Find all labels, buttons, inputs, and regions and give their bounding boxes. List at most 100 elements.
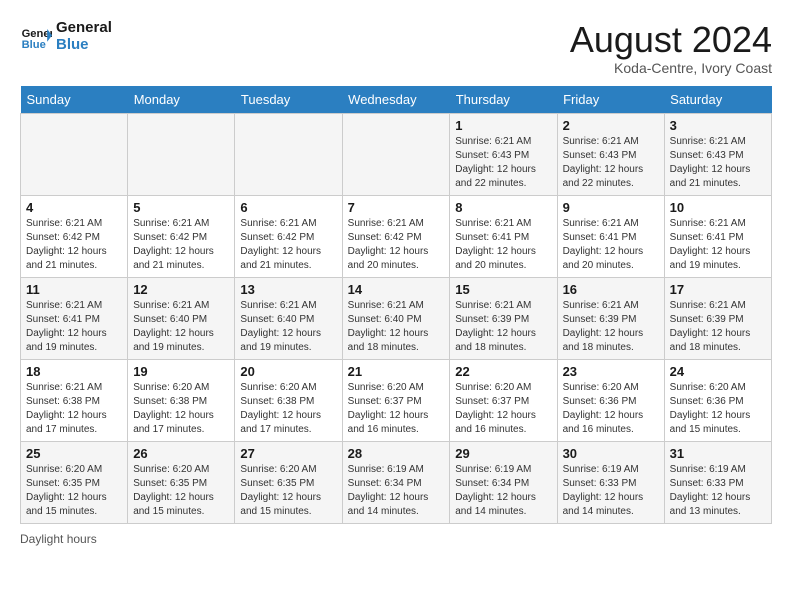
calendar-cell: 9 Sunrise: 6:21 AM Sunset: 6:41 PM Daylig… bbox=[557, 195, 664, 277]
day-number: 13 bbox=[240, 282, 336, 297]
day-header-friday: Friday bbox=[557, 86, 664, 114]
day-number: 28 bbox=[348, 446, 445, 461]
calendar-cell: 20 Sunrise: 6:20 AM Sunset: 6:38 PM Dayli… bbox=[235, 359, 342, 441]
day-number: 16 bbox=[563, 282, 659, 297]
calendar-cell: 30 Sunrise: 6:19 AM Sunset: 6:33 PM Dayli… bbox=[557, 441, 664, 523]
calendar-cell: 5 Sunrise: 6:21 AM Sunset: 6:42 PM Daylig… bbox=[128, 195, 235, 277]
calendar-cell: 15Sunrise: 6:21 AM Sunset: 6:39 PM Dayli… bbox=[450, 277, 557, 359]
calendar-cell: 18Sunrise: 6:21 AM Sunset: 6:38 PM Dayli… bbox=[21, 359, 128, 441]
calendar-cell: 11 Sunrise: 6:21 AM Sunset: 6:41 PM Dayli… bbox=[21, 277, 128, 359]
calendar-cell bbox=[235, 113, 342, 195]
page-header: General Blue General Blue August 2024 Ko… bbox=[20, 20, 772, 76]
day-info: Sunrise: 6:21 AM Sunset: 6:41 PM Dayligh… bbox=[563, 217, 659, 273]
calendar-cell: 14 Sunrise: 6:21 AM Sunset: 6:40 PM Dayli… bbox=[342, 277, 450, 359]
day-info: Sunrise: 6:20 AM Sunset: 6:38 PM Dayligh… bbox=[133, 381, 229, 437]
day-info: Sunrise: 6:20 AM Sunset: 6:35 PM Dayligh… bbox=[240, 463, 336, 519]
day-number: 2 bbox=[563, 118, 659, 133]
calendar-cell: 29Sunrise: 6:19 AM Sunset: 6:34 PM Dayli… bbox=[450, 441, 557, 523]
day-info: Sunrise: 6:21 AM Sunset: 6:41 PM Dayligh… bbox=[455, 217, 551, 273]
logo-icon: General Blue bbox=[20, 21, 52, 53]
day-number: 10 bbox=[670, 200, 766, 215]
svg-text:Blue: Blue bbox=[22, 39, 46, 51]
day-info: Sunrise: 6:21 AM Sunset: 6:43 PM Dayligh… bbox=[670, 135, 766, 191]
day-info: Sunrise: 6:19 AM Sunset: 6:33 PM Dayligh… bbox=[563, 463, 659, 519]
day-info: Sunrise: 6:21 AM Sunset: 6:41 PM Dayligh… bbox=[26, 299, 122, 355]
calendar-cell: 8Sunrise: 6:21 AM Sunset: 6:41 PM Daylig… bbox=[450, 195, 557, 277]
day-number: 6 bbox=[240, 200, 336, 215]
calendar-cell: 26 Sunrise: 6:20 AM Sunset: 6:35 PM Dayli… bbox=[128, 441, 235, 523]
day-info: Sunrise: 6:19 AM Sunset: 6:34 PM Dayligh… bbox=[348, 463, 445, 519]
calendar-week-row: 11 Sunrise: 6:21 AM Sunset: 6:41 PM Dayli… bbox=[21, 277, 772, 359]
day-info: Sunrise: 6:20 AM Sunset: 6:38 PM Dayligh… bbox=[240, 381, 336, 437]
day-number: 14 bbox=[348, 282, 445, 297]
day-info: Sunrise: 6:21 AM Sunset: 6:40 PM Dayligh… bbox=[348, 299, 445, 355]
calendar-cell: 31Sunrise: 6:19 AM Sunset: 6:33 PM Dayli… bbox=[664, 441, 771, 523]
day-number: 12 bbox=[133, 282, 229, 297]
calendar-week-row: 25Sunrise: 6:20 AM Sunset: 6:35 PM Dayli… bbox=[21, 441, 772, 523]
calendar-cell: 6Sunrise: 6:21 AM Sunset: 6:42 PM Daylig… bbox=[235, 195, 342, 277]
calendar-cell: 22 Sunrise: 6:20 AM Sunset: 6:37 PM Dayli… bbox=[450, 359, 557, 441]
calendar-cell: 21 Sunrise: 6:20 AM Sunset: 6:37 PM Dayli… bbox=[342, 359, 450, 441]
day-number: 15 bbox=[455, 282, 551, 297]
day-info: Sunrise: 6:21 AM Sunset: 6:38 PM Dayligh… bbox=[26, 381, 122, 437]
calendar-cell: 12 Sunrise: 6:21 AM Sunset: 6:40 PM Dayli… bbox=[128, 277, 235, 359]
logo-general: General bbox=[56, 19, 112, 36]
month-year: August 2024 bbox=[570, 20, 772, 60]
day-number: 9 bbox=[563, 200, 659, 215]
calendar-week-row: 1 Sunrise: 6:21 AM Sunset: 6:43 PM Daylig… bbox=[21, 113, 772, 195]
calendar-week-row: 4Sunrise: 6:21 AM Sunset: 6:42 PM Daylig… bbox=[21, 195, 772, 277]
day-header-monday: Monday bbox=[128, 86, 235, 114]
calendar-cell: 27 Sunrise: 6:20 AM Sunset: 6:35 PM Dayli… bbox=[235, 441, 342, 523]
day-number: 22 bbox=[455, 364, 551, 379]
day-info: Sunrise: 6:21 AM Sunset: 6:39 PM Dayligh… bbox=[670, 299, 766, 355]
day-info: Sunrise: 6:19 AM Sunset: 6:34 PM Dayligh… bbox=[455, 463, 551, 519]
day-info: Sunrise: 6:20 AM Sunset: 6:36 PM Dayligh… bbox=[670, 381, 766, 437]
calendar-cell: 16Sunrise: 6:21 AM Sunset: 6:39 PM Dayli… bbox=[557, 277, 664, 359]
day-number: 17 bbox=[670, 282, 766, 297]
day-info: Sunrise: 6:21 AM Sunset: 6:42 PM Dayligh… bbox=[133, 217, 229, 273]
calendar-cell: 4Sunrise: 6:21 AM Sunset: 6:42 PM Daylig… bbox=[21, 195, 128, 277]
calendar-header-row: SundayMondayTuesdayWednesdayThursdayFrid… bbox=[21, 86, 772, 114]
footer: Daylight hours bbox=[20, 532, 772, 546]
calendar-cell: 3 Sunrise: 6:21 AM Sunset: 6:43 PM Daylig… bbox=[664, 113, 771, 195]
day-number: 24 bbox=[670, 364, 766, 379]
calendar-cell: 10 Sunrise: 6:21 AM Sunset: 6:41 PM Dayli… bbox=[664, 195, 771, 277]
day-number: 3 bbox=[670, 118, 766, 133]
day-number: 19 bbox=[133, 364, 229, 379]
day-info: Sunrise: 6:21 AM Sunset: 6:43 PM Dayligh… bbox=[563, 135, 659, 191]
day-header-thursday: Thursday bbox=[450, 86, 557, 114]
calendar-cell: 1Sunrise: 6:21 AM Sunset: 6:43 PM Daylig… bbox=[450, 113, 557, 195]
day-info: Sunrise: 6:21 AM Sunset: 6:40 PM Dayligh… bbox=[133, 299, 229, 355]
day-number: 20 bbox=[240, 364, 336, 379]
day-info: Sunrise: 6:20 AM Sunset: 6:35 PM Dayligh… bbox=[133, 463, 229, 519]
day-info: Sunrise: 6:20 AM Sunset: 6:36 PM Dayligh… bbox=[563, 381, 659, 437]
calendar-cell: 23Sunrise: 6:20 AM Sunset: 6:36 PM Dayli… bbox=[557, 359, 664, 441]
calendar-cell: 19 Sunrise: 6:20 AM Sunset: 6:38 PM Dayli… bbox=[128, 359, 235, 441]
calendar-cell: 13Sunrise: 6:21 AM Sunset: 6:40 PM Dayli… bbox=[235, 277, 342, 359]
logo-blue: Blue bbox=[56, 36, 89, 53]
day-number: 26 bbox=[133, 446, 229, 461]
calendar-cell: 7Sunrise: 6:21 AM Sunset: 6:42 PM Daylig… bbox=[342, 195, 450, 277]
day-info: Sunrise: 6:20 AM Sunset: 6:37 PM Dayligh… bbox=[348, 381, 445, 437]
day-info: Sunrise: 6:20 AM Sunset: 6:37 PM Dayligh… bbox=[455, 381, 551, 437]
location: Koda-Centre, Ivory Coast bbox=[570, 60, 772, 76]
calendar-cell bbox=[21, 113, 128, 195]
logo: General Blue General Blue bbox=[20, 20, 112, 53]
day-number: 1 bbox=[455, 118, 551, 133]
day-number: 5 bbox=[133, 200, 229, 215]
calendar-cell bbox=[128, 113, 235, 195]
day-header-sunday: Sunday bbox=[21, 86, 128, 114]
calendar-cell: 17 Sunrise: 6:21 AM Sunset: 6:39 PM Dayli… bbox=[664, 277, 771, 359]
calendar-cell: 28 Sunrise: 6:19 AM Sunset: 6:34 PM Dayli… bbox=[342, 441, 450, 523]
day-header-tuesday: Tuesday bbox=[235, 86, 342, 114]
day-number: 31 bbox=[670, 446, 766, 461]
calendar-cell: 24 Sunrise: 6:20 AM Sunset: 6:36 PM Dayli… bbox=[664, 359, 771, 441]
day-number: 21 bbox=[348, 364, 445, 379]
day-number: 27 bbox=[240, 446, 336, 461]
day-number: 11 bbox=[26, 282, 122, 297]
day-number: 30 bbox=[563, 446, 659, 461]
day-info: Sunrise: 6:21 AM Sunset: 6:41 PM Dayligh… bbox=[670, 217, 766, 273]
calendar-table: SundayMondayTuesdayWednesdayThursdayFrid… bbox=[20, 86, 772, 524]
day-header-wednesday: Wednesday bbox=[342, 86, 450, 114]
day-info: Sunrise: 6:21 AM Sunset: 6:42 PM Dayligh… bbox=[348, 217, 445, 273]
